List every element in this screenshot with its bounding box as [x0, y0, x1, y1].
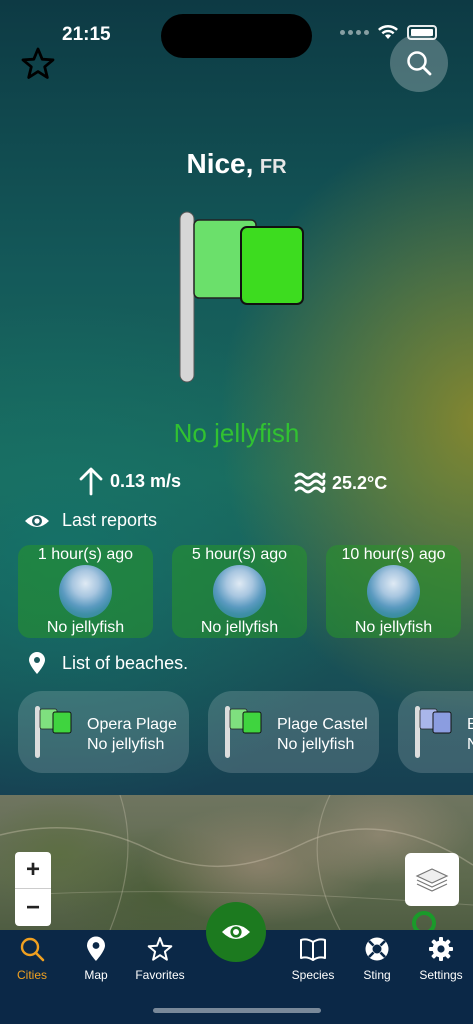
map-zoom-control: + − [15, 852, 51, 926]
tab-label: Cities [16, 968, 47, 982]
arrow-up-icon [79, 467, 103, 496]
wind-metric: 0.13 m/s [78, 466, 181, 496]
report-time: 1 hour(s) ago [37, 546, 134, 563]
home-indicator [153, 1008, 321, 1013]
report-status: No jellyfish [200, 619, 279, 636]
tab-label: Map [84, 968, 108, 982]
report-status: No jellyfish [46, 619, 125, 636]
search-icon [20, 937, 45, 962]
layers-icon [415, 867, 449, 892]
tab-settings[interactable]: Settings [409, 936, 473, 982]
beach-name: B [467, 716, 473, 733]
wifi-icon [378, 25, 398, 39]
beach-card[interactable]: Plage Castel No jellyfish [208, 691, 379, 773]
jellyfish-status: No jellyfish [173, 418, 300, 448]
tab-map[interactable]: Map [64, 936, 128, 982]
tab-sting[interactable]: Sting [345, 936, 409, 982]
status-flag-icon [179, 211, 304, 383]
city-country: FR [259, 156, 287, 178]
reports-header: Last reports [24, 510, 157, 531]
location-pin-icon [29, 652, 45, 674]
wind-speed: 0.13 m/s [110, 470, 182, 491]
dynamic-island [161, 14, 312, 58]
zoom-in-button[interactable]: + [15, 852, 51, 889]
lifebuoy-icon [365, 937, 389, 961]
eye-icon [222, 925, 250, 939]
tab-label: Favorites [135, 968, 185, 982]
book-icon [300, 938, 326, 961]
favorite-star-icon[interactable] [20, 46, 56, 82]
waves-icon [294, 472, 326, 494]
beach-flag-icon [35, 706, 72, 758]
beach-status: N [467, 736, 473, 753]
beach-status: No jellyfish [87, 736, 165, 753]
water-metric: 25.2°C [294, 470, 387, 496]
city-heading: Nice, FR [0, 148, 473, 180]
report-card[interactable]: 10 hour(s) ago No jellyfish [326, 545, 461, 638]
map-layers-button[interactable] [405, 853, 459, 906]
report-card[interactable]: 1 hour(s) ago No jellyfish [18, 545, 153, 638]
report-time: 10 hour(s) ago [341, 546, 446, 563]
beach-flag-icon [225, 706, 262, 758]
reports-title: Last reports [62, 510, 158, 530]
tab-species[interactable]: Species [281, 936, 345, 982]
tab-label: Settings [419, 968, 463, 982]
star-icon [147, 937, 173, 961]
tab-cities[interactable]: Cities [0, 936, 64, 982]
eye-icon [25, 514, 49, 527]
beach-name: Plage Castel [277, 716, 368, 733]
report-status: No jellyfish [354, 619, 433, 636]
tab-favorites[interactable]: Favorites [128, 936, 192, 982]
tab-label: Species [291, 968, 335, 982]
beach-status: No jellyfish [277, 736, 355, 753]
report-photo [213, 565, 266, 618]
report-sighting-button[interactable] [206, 902, 266, 962]
zoom-out-button[interactable]: − [15, 889, 51, 926]
city-name: Nice, [186, 148, 254, 179]
report-photo [59, 565, 112, 618]
beach-name: Opera Plage [87, 716, 177, 733]
report-time: 5 hour(s) ago [191, 546, 288, 563]
status-time: 21:15 [62, 24, 111, 45]
water-temperature: 25.2°C [332, 472, 388, 493]
tab-label: Sting [363, 968, 391, 982]
background [0, 0, 473, 795]
report-card[interactable]: 5 hour(s) ago No jellyfish [172, 545, 307, 638]
search-button[interactable] [390, 34, 448, 92]
beach-flag-icon [415, 706, 452, 758]
map-pin-icon [87, 936, 105, 961]
search-icon [407, 51, 432, 76]
beaches-carousel[interactable]: Opera Plage No jellyfish Plage Castel No… [18, 691, 473, 773]
signal-icon [340, 29, 369, 35]
reports-list: 1 hour(s) ago No jellyfish 5 hour(s) ago… [18, 545, 461, 638]
beaches-header: List of beaches. [24, 651, 188, 675]
beach-card[interactable]: B N [398, 691, 473, 773]
report-photo [367, 565, 420, 618]
gear-icon [429, 937, 453, 961]
beaches-title: List of beaches. [62, 652, 189, 673]
beach-card[interactable]: Opera Plage No jellyfish [18, 691, 189, 773]
